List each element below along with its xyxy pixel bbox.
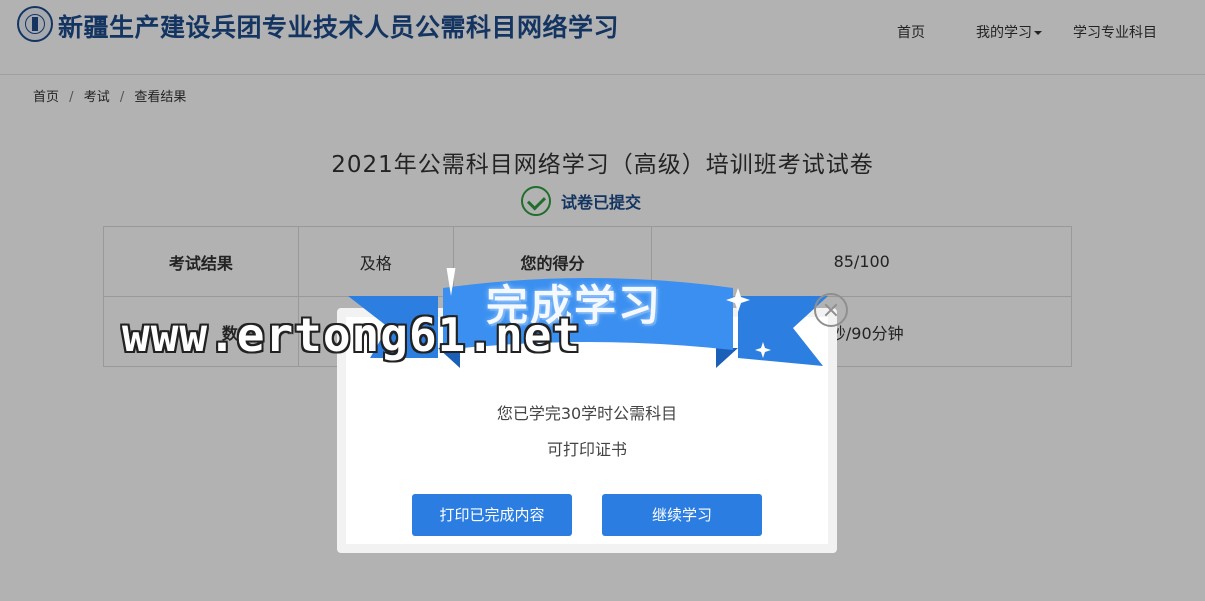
modal-message: 您已学完30学时公需科目 [496, 404, 678, 423]
ribbon-fold-right [716, 348, 738, 368]
modal-submessage: 可打印证书 [546, 440, 627, 459]
close-icon[interactable] [814, 293, 848, 327]
continue-button[interactable]: 继续学习 [602, 494, 762, 536]
watermark-text: www.ertong61.net [122, 308, 582, 362]
print-button[interactable]: 打印已完成内容 [412, 494, 572, 536]
